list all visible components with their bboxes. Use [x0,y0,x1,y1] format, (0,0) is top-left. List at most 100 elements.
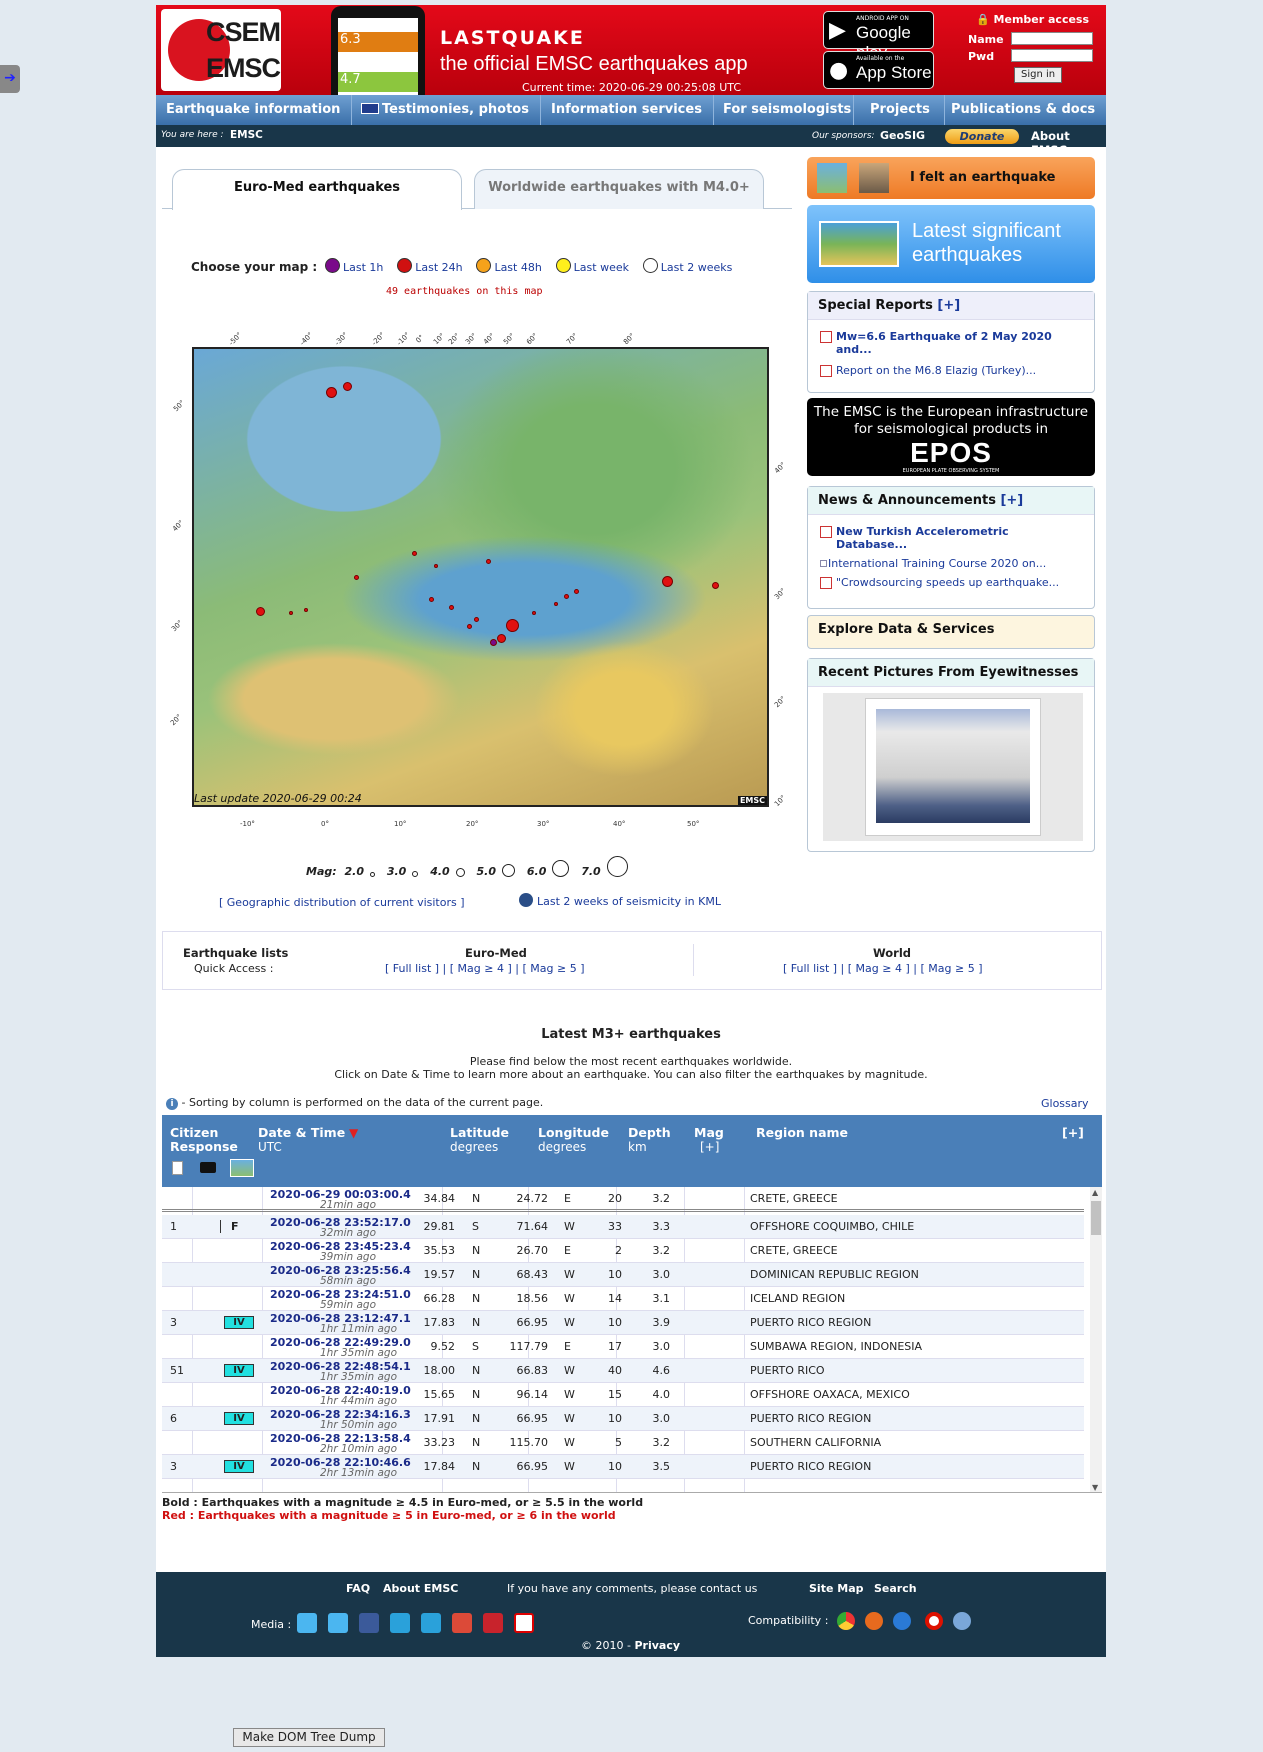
ie-icon[interactable] [893,1612,911,1630]
intensity-badge[interactable]: IV [224,1316,254,1329]
privacy-link[interactable]: Privacy [634,1639,680,1652]
app-store-badge[interactable]: ● Available on the App Store [823,51,934,89]
footer-contact[interactable]: If you have any comments, please contact… [507,1582,757,1595]
scroll-down-icon[interactable]: ▼ [1092,1483,1098,1492]
telegram-icon[interactable] [390,1613,410,1633]
i-felt-earthquake-button[interactable]: I felt an earthquake [807,157,1095,199]
quake-marker[interactable] [554,602,558,606]
app-title[interactable]: LASTQUAKE [440,27,585,49]
col-mag[interactable]: Mag [694,1125,724,1140]
last-24h-dot-icon[interactable] [397,258,413,273]
map-option-last-24h[interactable]: Last 24h [415,261,462,274]
tab-worldwide[interactable]: Worldwide earthquakes with M4.0+ [474,169,764,209]
footer-search[interactable]: Search [874,1582,917,1595]
geo-distribution-link[interactable]: [ Geographic distribution of current vis… [219,896,465,909]
dom-dump-button[interactable]: Make DOM Tree Dump [233,1728,385,1747]
table-row[interactable]: 2020-06-29 00:03:00.4 21min ago 34.84 N 24.7… [162,1187,1084,1212]
table-row[interactable]: 2020-06-28 22:13:58.4 2hr 10min ago 33.23 N… [162,1431,1084,1455]
felt-marker[interactable]: F [220,1220,239,1233]
about-emsc-link[interactable]: About EMSC [1031,129,1106,157]
col-datetime[interactable]: Date & Time ▼ [258,1125,358,1140]
breadcrumb-current[interactable]: EMSC [230,129,263,141]
document-icon[interactable] [172,1161,183,1175]
quake-marker[interactable] [354,575,359,580]
special-report-link[interactable]: Report on the M6.8 Elazig (Turkey)... [820,362,1082,379]
news-title[interactable]: News & Announcements [+] [808,487,1094,515]
recent-pictures-title[interactable]: Recent Pictures From Eyewitnesses [808,659,1094,687]
news-link[interactable]: International Training Course 2020 on... [820,555,1082,572]
map-option-last-2weeks[interactable]: Last 2 weeks [661,261,733,274]
map-option-last-48h[interactable]: Last 48h [494,261,541,274]
quake-marker[interactable] [304,608,308,612]
col-mag-plus[interactable]: [+] [700,1140,719,1154]
table-scrollbar[interactable]: ▲ ▼ [1090,1187,1102,1492]
sponsor-geosig[interactable]: GeoSIG [880,129,925,142]
nav-information-services[interactable]: Information services [551,102,702,117]
intensity-badge[interactable]: IV [224,1412,254,1425]
app-subtitle[interactable]: the official EMSC earthquakes app [440,53,748,76]
table-row[interactable]: 2020-06-28 23:45:23.4 39min ago 35.53 N 26.7… [162,1239,1084,1263]
col-longitude[interactable]: Longitude [538,1125,609,1140]
map-icon[interactable] [230,1159,254,1177]
intensity-badge[interactable]: IV [224,1460,254,1473]
col-depth[interactable]: Depth [628,1125,671,1140]
quake-marker[interactable] [449,605,454,610]
table-row[interactable]: 3 2020-06-28 23:12:47.1 1hr 11min ago 17.83… [162,1311,1084,1335]
firefox-icon[interactable] [865,1612,883,1630]
quake-marker[interactable] [289,611,293,615]
euromed-full-list[interactable]: [ Full list ] [385,962,439,975]
quake-marker[interactable] [497,634,506,643]
google-play-badge[interactable]: ▶ ANDROID APP ON Google play [823,11,934,62]
safari-icon[interactable] [953,1612,971,1630]
quake-marker[interactable] [486,559,491,564]
quake-marker[interactable] [532,611,536,615]
donate-button[interactable]: Donate [945,129,1019,144]
euromed-mag4[interactable]: [ Mag ≥ 4 ] [450,962,512,975]
scroll-thumb[interactable] [1091,1201,1101,1235]
quake-marker[interactable] [712,582,719,589]
facebook-icon[interactable] [359,1613,379,1633]
world-mag4[interactable]: [ Mag ≥ 4 ] [848,962,910,975]
map-option-last-1h[interactable]: Last 1h [343,261,383,274]
latest-significant-button[interactable]: Latest significant earthquakes [807,205,1095,283]
last-48h-dot-icon[interactable] [476,258,492,273]
euromed-mag5[interactable]: [ Mag ≥ 5 ] [522,962,584,975]
camera-icon[interactable] [200,1162,216,1173]
world-mag5[interactable]: [ Mag ≥ 5 ] [920,962,982,975]
quake-marker[interactable] [506,619,519,632]
quake-marker[interactable] [429,597,434,602]
quake-marker[interactable] [467,624,472,629]
table-row[interactable]: 3 2020-06-28 22:10:46.6 2hr 13min ago 17.84… [162,1455,1084,1479]
phone-app-image[interactable]: 6.3 4.7 [331,6,425,96]
quake-marker[interactable] [662,576,673,587]
footer-about[interactable]: About EMSC [383,1582,458,1595]
twitter-icon[interactable] [328,1613,348,1633]
side-arrow-button[interactable]: ➔ [0,65,20,93]
table-row[interactable]: 2020-06-28 22:40:19.0 1hr 44min ago 15.65 N… [162,1383,1084,1407]
intensity-badge[interactable]: IV [224,1364,254,1377]
world-full-list[interactable]: [ Full list ] [783,962,837,975]
table-row[interactable]: 6 2020-06-28 22:34:16.3 1hr 50min ago 17.91… [162,1407,1084,1431]
twitter-icon[interactable] [297,1613,317,1633]
pinterest-icon[interactable] [483,1613,503,1633]
nav-testimonies[interactable]: Testimonies, photos [361,102,529,117]
google-plus-icon[interactable] [452,1613,472,1633]
news-plus[interactable]: [+] [1000,493,1023,508]
nav-earthquake-information[interactable]: Earthquake information [166,102,340,117]
quake-marker[interactable] [256,607,265,616]
quake-marker[interactable] [564,594,569,599]
quake-marker[interactable] [490,639,497,646]
telegram-icon[interactable] [421,1613,441,1633]
euromed-seismicity-map[interactable]: Last update 2020-06-29 00:24 EMSC [192,347,769,807]
quake-marker[interactable] [574,589,579,594]
news-link[interactable]: New Turkish Accelerometric Database... [820,523,1082,553]
news-link[interactable]: "Crowdsourcing speeds up earthquake... [820,574,1082,591]
kml-link[interactable]: Last 2 weeks of seismicity in KML [519,893,721,908]
col-latitude[interactable]: Latitude [450,1125,509,1140]
quake-marker[interactable] [343,382,352,391]
quake-marker[interactable] [434,564,438,568]
last-1h-dot-icon[interactable] [325,258,340,273]
eyewitness-photo[interactable] [865,698,1041,836]
explore-data-box[interactable]: Explore Data & Services [807,615,1095,649]
youtube-icon[interactable] [514,1613,534,1633]
